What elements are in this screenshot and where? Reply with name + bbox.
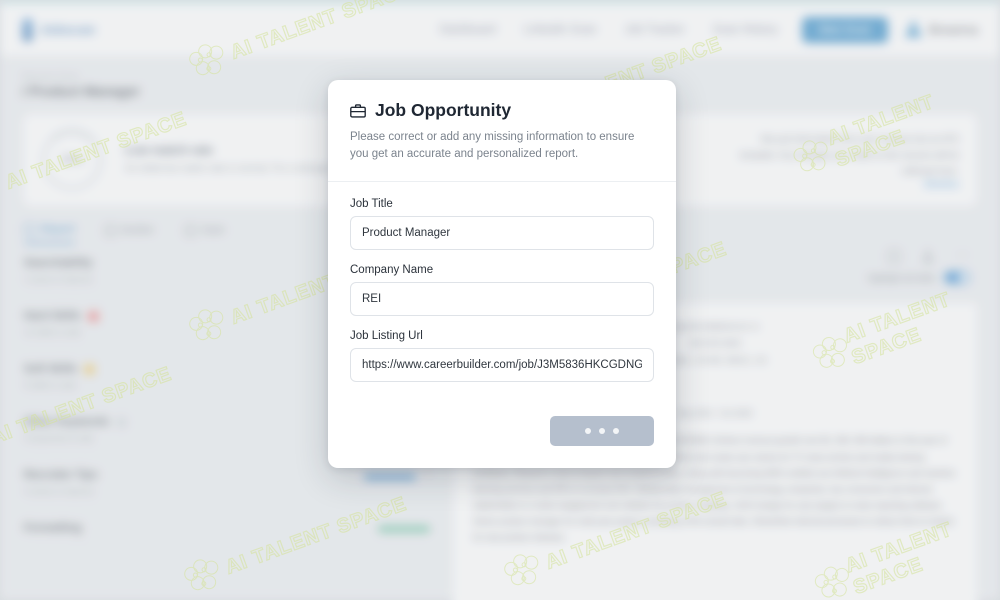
loading-dot-icon — [613, 427, 619, 434]
modal-title: Job Opportunity — [375, 100, 512, 120]
field-job-listing-url: Job Listing Url — [350, 330, 654, 382]
job-opportunity-modal: Job Opportunity Please correct or add an… — [328, 80, 676, 468]
job-listing-url-input[interactable] — [350, 347, 654, 382]
briefcase-icon — [350, 104, 366, 118]
modal-body: Job Title Company Name Job Listing Url — [328, 182, 676, 400]
company-name-input[interactable] — [350, 281, 654, 316]
submit-button[interactable] — [550, 415, 654, 446]
modal-title-row: Job Opportunity — [350, 100, 654, 121]
loading-dot-icon — [585, 427, 591, 434]
field-company-name: Company Name — [350, 264, 654, 316]
company-name-label: Company Name — [350, 263, 434, 276]
job-title-label: Job Title — [350, 197, 393, 210]
modal-header: Job Opportunity Please correct or add an… — [328, 80, 676, 182]
modal-description: Please correct or add any missing inform… — [350, 131, 635, 161]
field-job-title: Job Title — [350, 198, 654, 250]
modal-footer — [328, 400, 676, 468]
loading-dot-icon — [599, 427, 605, 434]
job-title-input[interactable] — [350, 215, 654, 250]
job-listing-url-label: Job Listing Url — [350, 329, 423, 342]
